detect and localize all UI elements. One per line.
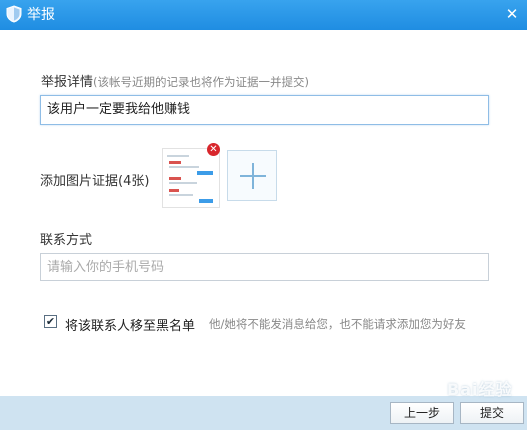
close-icon: ✕ xyxy=(209,144,218,155)
evidence-thumbnail[interactable] xyxy=(162,148,220,208)
prev-step-button[interactable]: 上一步 xyxy=(390,402,454,424)
contact-label: 联系方式 xyxy=(40,233,93,248)
blacklist-note: 他/她将不能发消息给您，也不能请求添加您为好友 xyxy=(209,317,466,331)
contact-phone-input[interactable]: 请输入你的手机号码 xyxy=(40,253,489,281)
add-image-label: 添加图片证据(4张) xyxy=(40,174,150,189)
close-button[interactable]: ✕ xyxy=(503,5,521,23)
shield-icon xyxy=(6,5,22,23)
blacklist-label[interactable]: 将该联系人移至黑名单 xyxy=(65,315,195,334)
checkmark-icon: ✔ xyxy=(45,315,56,328)
report-detail-hint: (该帐号近期的记录也将作为证据一并提交) xyxy=(93,75,309,89)
title-bar: 举报 ✕ xyxy=(0,0,527,30)
report-detail-title: 举报详情 xyxy=(41,75,94,90)
report-detail-label: 举报详情(该帐号近期的记录也将作为证据一并提交) xyxy=(41,71,309,90)
close-icon: ✕ xyxy=(505,5,519,23)
window-title: 举报 xyxy=(27,7,55,23)
submit-button[interactable]: 提交 xyxy=(460,402,524,424)
watermark: Bai经验 xyxy=(447,380,513,399)
report-detail-input[interactable]: 该用户一定要我给他赚钱 xyxy=(40,95,489,125)
blacklist-checkbox[interactable]: ✔ xyxy=(44,315,57,328)
add-image-button[interactable] xyxy=(227,150,277,201)
remove-image-button[interactable]: ✕ xyxy=(207,143,220,156)
